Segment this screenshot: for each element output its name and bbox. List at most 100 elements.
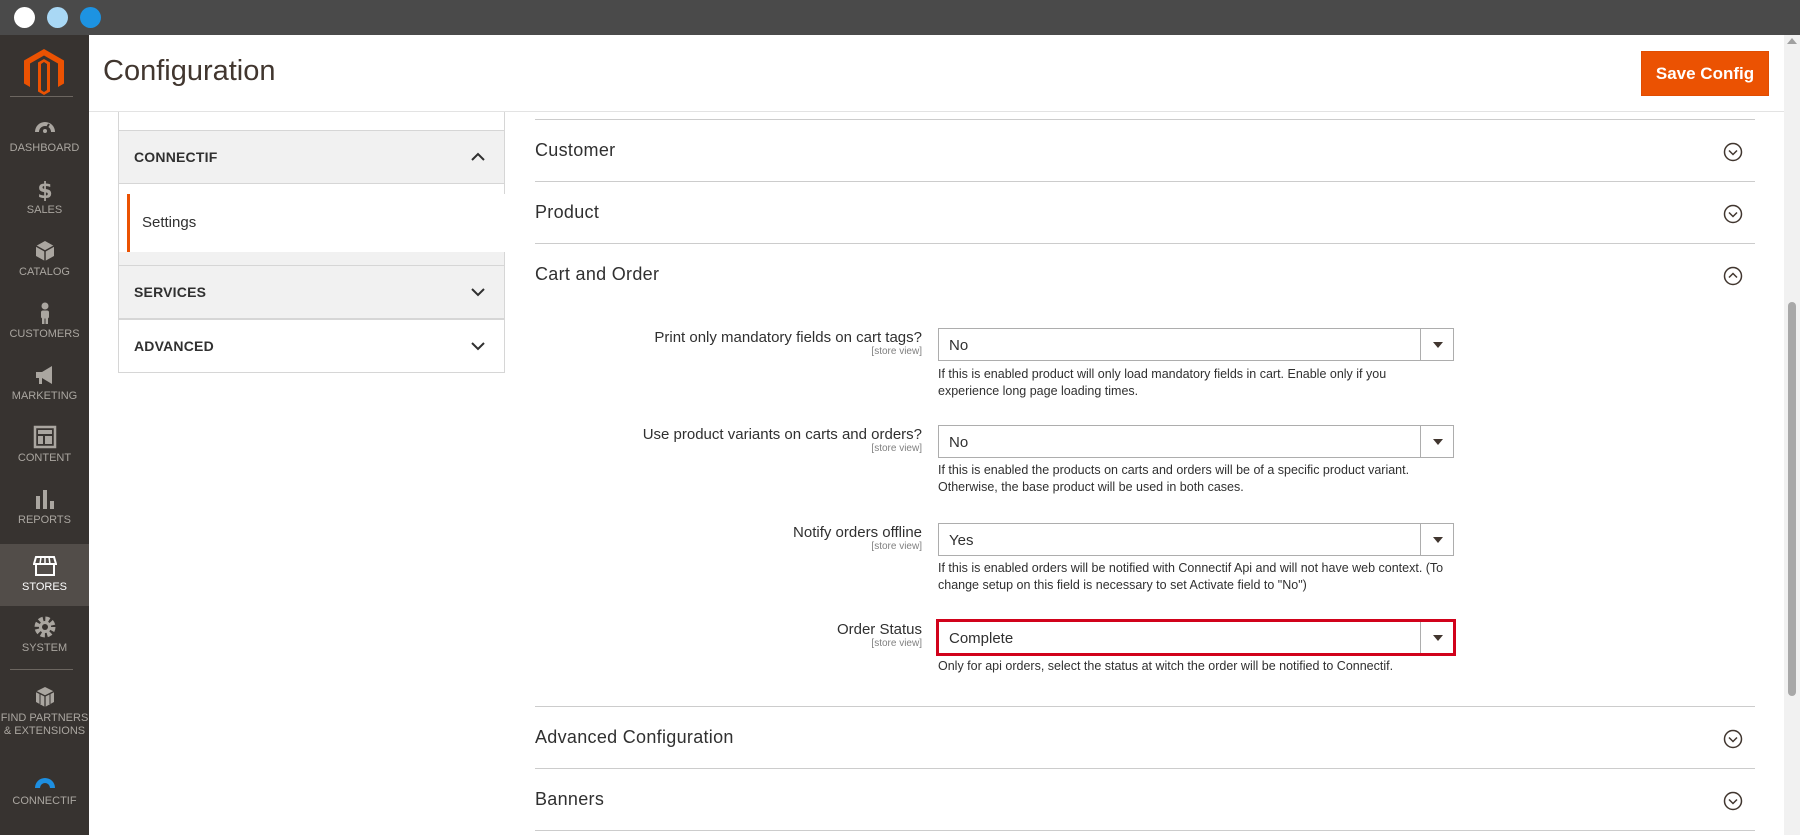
nav-catalog[interactable]: CATALOG — [0, 229, 89, 291]
select-value: Complete — [949, 630, 1014, 647]
nav-label: CATALOG — [19, 266, 70, 278]
select-value: No — [949, 337, 969, 354]
field-scope: [store view] — [871, 346, 922, 357]
gear-icon — [34, 616, 55, 638]
nav-label: REPORTS — [18, 514, 71, 526]
tab-advanced[interactable]: ADVANCED — [118, 319, 505, 373]
expand-circle-icon — [1723, 729, 1743, 749]
field-note: Only for api orders, select the status a… — [938, 658, 1468, 675]
nav-label: CONTENT — [17, 452, 72, 464]
megaphone-icon — [35, 366, 52, 384]
nav-dashboard[interactable]: DASHBOARD — [0, 105, 89, 167]
nav-content[interactable]: CONTENT — [0, 415, 89, 477]
svg-text:$: $ — [37, 179, 52, 201]
field-label: Print only mandatory fields on cart tags… — [654, 329, 922, 346]
collapse-circle-icon[interactable] — [1723, 266, 1743, 286]
field-note: If this is enabled orders will be notifi… — [938, 560, 1468, 594]
nav-reports[interactable]: REPORTS — [0, 477, 89, 539]
section-title[interactable]: Cart and Order — [535, 264, 659, 285]
field-note: If this is enabled product will only loa… — [938, 366, 1468, 400]
tabs-top-edge — [118, 112, 505, 130]
tab-connectif[interactable]: CONNECTIF — [118, 130, 505, 184]
tab-item-settings-label: Settings — [142, 214, 197, 231]
notify-orders-offline-select[interactable]: Yes — [938, 523, 1454, 556]
dollar-icon: $ — [37, 179, 52, 201]
nav-stores[interactable]: STORES — [0, 544, 89, 606]
nav-label: FIND PARTNERS — [0, 712, 89, 724]
page-header: Configuration Save Config — [89, 35, 1784, 112]
tab-connectif-items: Settings — [118, 184, 505, 266]
dashboard-icon — [34, 122, 55, 133]
tab-sub-bottom — [119, 252, 504, 266]
sidebar-divider — [10, 669, 73, 670]
field-note-line: Only for api orders, select the status a… — [938, 659, 1394, 673]
extensions-icon — [35, 687, 54, 707]
chevron-down-icon — [471, 288, 485, 297]
nav-label: SALES — [26, 204, 63, 216]
order-status-select[interactable]: Complete — [936, 619, 1456, 656]
nav-label: MARKETING — [11, 390, 78, 402]
field-note-line: If this is enabled the products on carts… — [938, 463, 1410, 477]
scroll-up-arrow[interactable] — [1787, 38, 1797, 44]
field-note-line: experience long page loading times. — [938, 384, 1139, 398]
select-value: Yes — [949, 532, 974, 549]
section-advanced-configuration[interactable]: Advanced Configuration — [535, 706, 1755, 768]
field-scope: [store view] — [871, 638, 922, 649]
tab-item-settings[interactable]: Settings — [127, 194, 505, 252]
store-icon — [32, 556, 57, 576]
expand-circle-icon — [1723, 142, 1743, 162]
dropdown-arrow-icon — [1420, 329, 1453, 360]
dropdown-arrow-icon — [1420, 622, 1453, 653]
section-banners[interactable]: Banners — [535, 768, 1755, 830]
nav-system[interactable]: SYSTEM — [0, 605, 89, 667]
magento-logo-icon[interactable] — [24, 49, 64, 95]
field-note: If this is enabled the products on carts… — [938, 462, 1468, 496]
window-titlebar — [0, 0, 1800, 35]
person-icon — [40, 302, 49, 324]
nav-label: CONNECTIF — [12, 795, 77, 807]
expand-circle-icon — [1723, 204, 1743, 224]
page-title: Configuration — [103, 55, 276, 87]
field-note-line: change setup on this field is necessary … — [938, 578, 1307, 592]
field-note-line: Otherwise, the base product will be used… — [938, 480, 1244, 494]
nav-sales[interactable]: $ SALES — [0, 167, 89, 229]
field-note-line: If this is enabled product will only loa… — [938, 367, 1387, 381]
nav-label: DASHBOARD — [9, 142, 80, 154]
nav-label: SYSTEM — [21, 642, 68, 654]
field-scope: [store view] — [871, 541, 922, 552]
field-note-line: If this is enabled orders will be notifi… — [938, 561, 1444, 575]
nav-label: CUSTOMERS — [9, 328, 80, 340]
tab-services[interactable]: SERVICES — [118, 265, 505, 319]
nav-label: & EXTENSIONS — [3, 725, 86, 737]
expand-circle-icon — [1723, 791, 1743, 811]
section-customer[interactable]: Customer — [535, 119, 1755, 181]
field-label: Notify orders offline — [793, 524, 922, 541]
window-close-button[interactable] — [14, 7, 35, 28]
print-mandatory-fields-select[interactable]: No — [938, 328, 1454, 361]
admin-sidebar: DASHBOARD $ SALES CATALOG CUSTOMERS MARK… — [0, 35, 89, 835]
section-title: Advanced Configuration — [535, 727, 734, 747]
section-bottom-divider — [535, 830, 1755, 831]
tab-advanced-label: ADVANCED — [134, 338, 214, 354]
save-config-button[interactable]: Save Config — [1641, 51, 1769, 96]
nav-connectif[interactable]: CONNECTIF — [0, 752, 89, 822]
connectif-icon — [34, 778, 55, 788]
section-title: Product — [535, 202, 600, 222]
box-icon — [35, 241, 54, 261]
chevron-up-icon — [471, 152, 485, 161]
section-title: Customer — [535, 140, 616, 160]
window-minimize-button[interactable] — [47, 7, 68, 28]
window-maximize-button[interactable] — [80, 7, 101, 28]
nav-label: STORES — [21, 581, 68, 593]
tab-connectif-label: CONNECTIF — [134, 149, 218, 165]
dropdown-arrow-icon — [1420, 426, 1453, 457]
nav-find-partners[interactable]: FIND PARTNERS & EXTENSIONS — [0, 675, 89, 747]
nav-marketing[interactable]: MARKETING — [0, 353, 89, 415]
sidebar-divider — [10, 96, 73, 97]
tab-services-label: SERVICES — [134, 284, 207, 300]
section-product[interactable]: Product — [535, 181, 1755, 243]
product-variants-select[interactable]: No — [938, 425, 1454, 458]
nav-customers[interactable]: CUSTOMERS — [0, 291, 89, 353]
scrollbar-thumb[interactable] — [1788, 302, 1796, 696]
field-label: Use product variants on carts and orders… — [642, 426, 922, 443]
